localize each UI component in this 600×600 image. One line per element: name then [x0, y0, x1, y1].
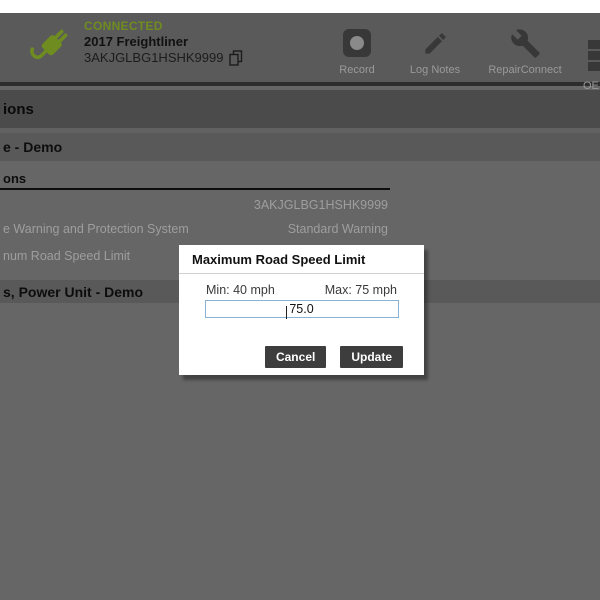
parameter-label: e Warning and Protection System [3, 222, 189, 236]
dialog-buttons: Cancel Update [265, 346, 403, 368]
record-button[interactable]: Record [326, 25, 388, 76]
max-road-speed-limit-dialog: Maximum Road Speed Limit Min: 40 mph Max… [179, 245, 424, 375]
parameter-label: num Road Speed Limit [3, 249, 130, 263]
pencil-icon [422, 30, 449, 57]
oe-grid-icon[interactable] [588, 40, 600, 73]
app-screen: CONNECTED 2017 Freightliner 3AKJGLBG1HSH… [0, 0, 600, 600]
record-label: Record [339, 64, 374, 76]
dialog-title: Maximum Road Speed Limit [179, 245, 424, 274]
connection-header: CONNECTED 2017 Freightliner 3AKJGLBG1HSH… [0, 13, 600, 86]
header-toolbar: Record Log Notes RepairConnect [326, 25, 568, 76]
top-white-strip [0, 0, 600, 13]
copy-vin-icon[interactable] [229, 50, 243, 66]
wrench-icon [510, 28, 541, 59]
repair-connect-label: RepairConnect [488, 64, 561, 76]
log-notes-button[interactable]: Log Notes [402, 25, 468, 76]
section-header-power-unit-label: s, Power Unit - Demo [3, 284, 143, 300]
parameter-row-warning-system[interactable]: e Warning and Protection System Standard… [0, 222, 388, 236]
section-header-engine[interactable]: e - Demo [0, 133, 600, 161]
subsection-underline [0, 188, 390, 190]
vehicle-vin: 3AKJGLBG1HSHK9999 [84, 50, 223, 66]
update-button[interactable]: Update [340, 346, 403, 368]
cancel-button[interactable]: Cancel [265, 346, 326, 368]
min-value-label: Min: 40 mph [206, 283, 275, 297]
vehicle-name: 2017 Freightliner [84, 34, 243, 50]
section-header-engine-label: e - Demo [3, 139, 62, 155]
max-value-label: Max: 75 mph [325, 283, 397, 297]
record-icon [343, 29, 371, 57]
min-max-row: Min: 40 mph Max: 75 mph [179, 274, 424, 297]
log-notes-label: Log Notes [410, 64, 460, 76]
vin-column-header: 3AKJGLBG1HSHK9999 [0, 198, 388, 212]
plug-connected-icon [26, 21, 74, 73]
repair-connect-button[interactable]: RepairConnect [482, 25, 568, 76]
page-title: ions [0, 90, 600, 128]
vehicle-info: CONNECTED 2017 Freightliner 3AKJGLBG1HSH… [84, 19, 243, 66]
parameter-value[interactable]: Standard Warning [288, 222, 388, 236]
subsection-header: ons [3, 171, 26, 186]
connection-status: CONNECTED [84, 19, 243, 34]
text-cursor [286, 306, 287, 319]
speed-limit-input[interactable] [205, 300, 399, 318]
